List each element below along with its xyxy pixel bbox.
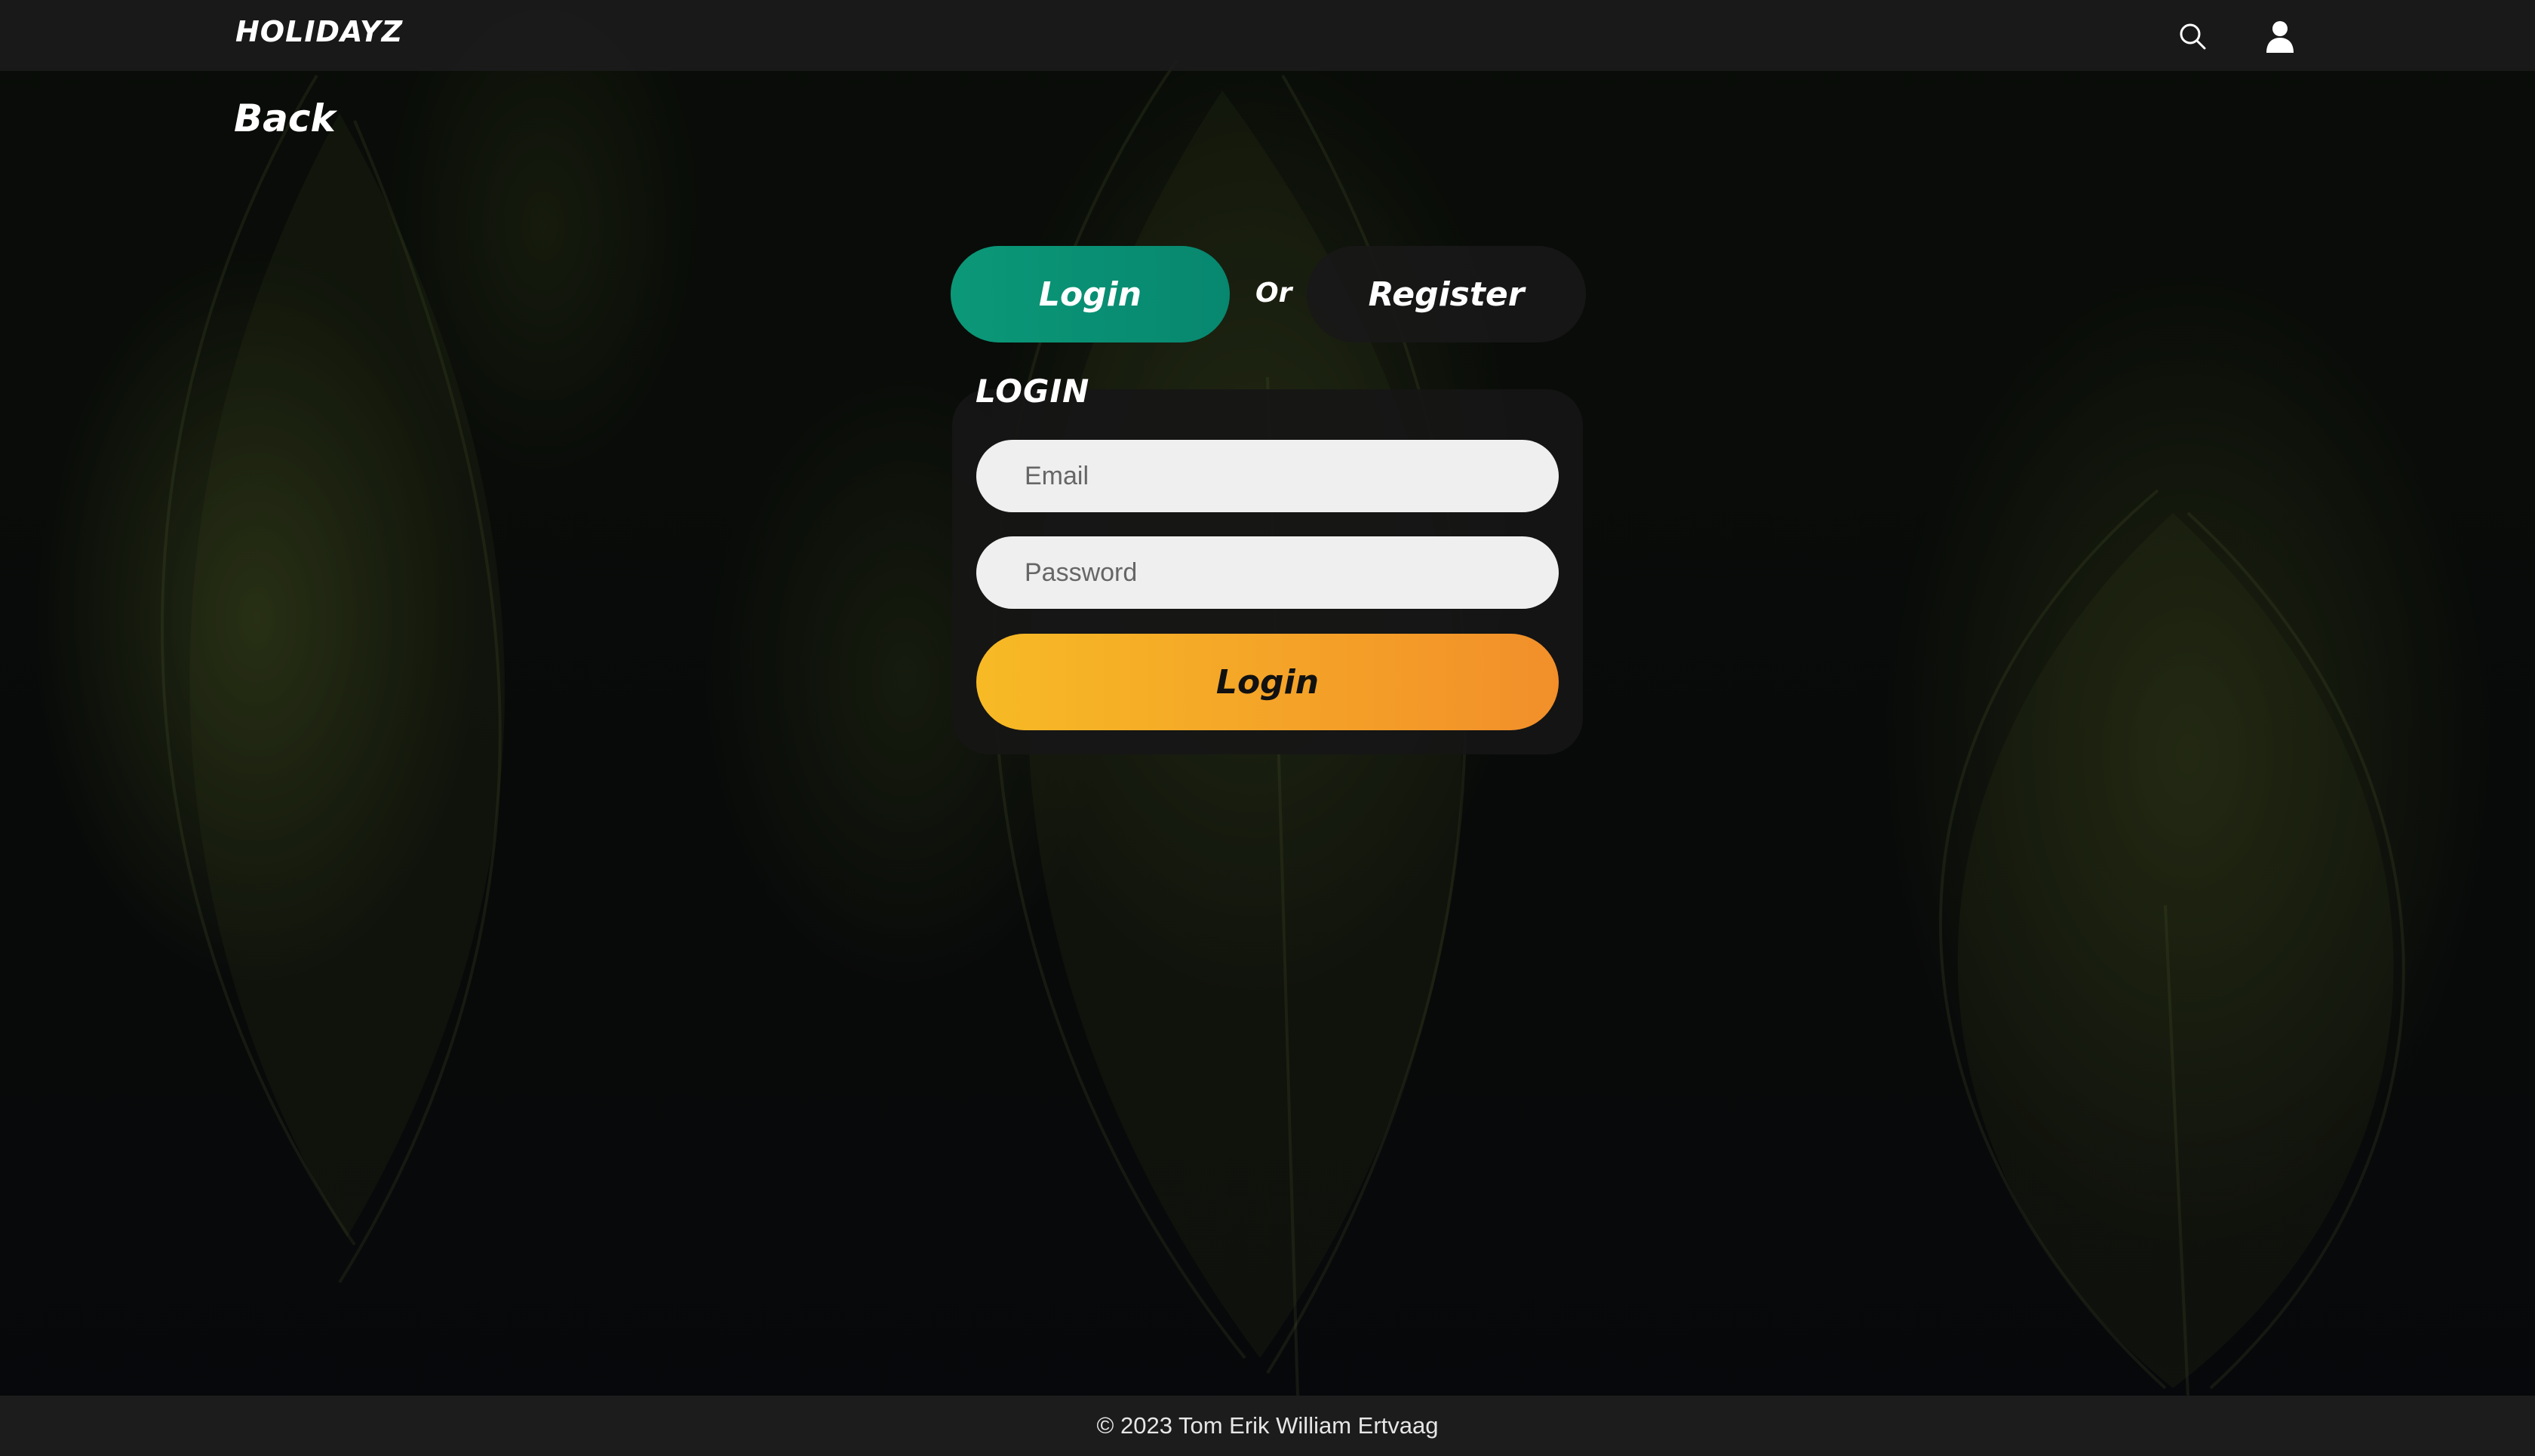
register-tab[interactable]: Register: [1307, 246, 1586, 342]
back-link[interactable]: Back: [234, 97, 336, 140]
user-icon[interactable]: [2260, 17, 2300, 56]
page-footer: © 2023 Tom Erik William Ertvaag: [0, 1396, 2535, 1456]
login-submit-button[interactable]: Login: [976, 634, 1559, 730]
login-tab[interactable]: Login: [951, 246, 1230, 342]
login-form-title: LOGIN: [976, 373, 1090, 410]
site-logo[interactable]: HOLIDAYZ: [235, 15, 403, 48]
or-separator: Or: [1255, 278, 1292, 309]
top-navbar: HOLIDAYZ: [0, 0, 2535, 71]
email-field[interactable]: [976, 440, 1559, 512]
password-field[interactable]: [976, 536, 1559, 609]
copyright-text: © 2023 Tom Erik William Ertvaag: [1096, 1412, 1439, 1439]
login-tab-label: Login: [1038, 275, 1142, 314]
register-tab-label: Register: [1368, 275, 1525, 314]
search-icon[interactable]: [2173, 17, 2212, 56]
